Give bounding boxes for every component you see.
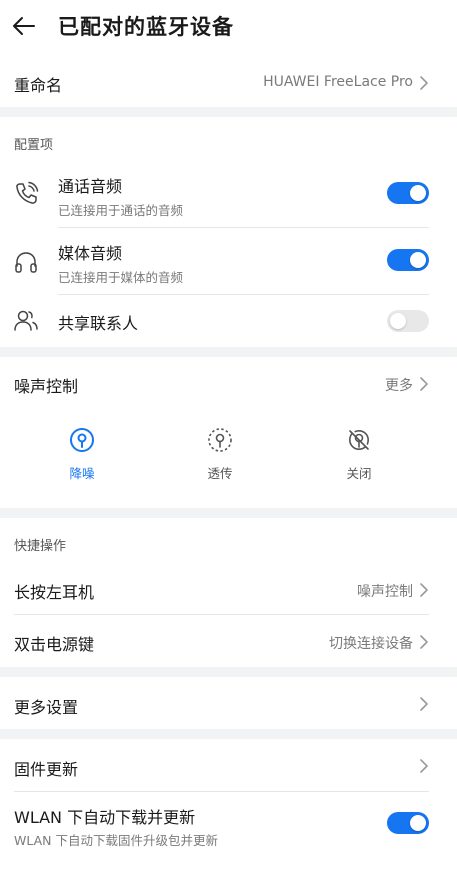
contacts-icon [12,307,40,335]
share-contacts-row: 共享联系人 [0,295,457,347]
section-gap [0,347,457,357]
headphones-icon [12,248,40,276]
phone-icon [12,180,40,208]
transparency-icon [190,426,250,454]
chevron-right-icon [419,376,429,392]
call-audio-title: 通话音频 [58,177,123,196]
media-audio-toggle[interactable] [387,249,429,271]
chevron-right-icon [419,582,429,598]
wlan-auto-update-title: WLAN 下自动下载并更新 [14,808,196,827]
chevron-right-icon [419,75,429,91]
page-title: 已配对的蓝牙设备 [58,15,234,39]
call-audio-toggle[interactable] [387,182,429,204]
noise-control-row[interactable]: 噪声控制 更多 [0,357,457,407]
long-press-value: 噪声控制 [357,584,413,600]
firmware-update-label: 固件更新 [14,760,79,779]
long-press-label: 长按左耳机 [14,583,95,602]
section-gap [0,508,457,518]
section-gap [0,667,457,677]
wlan-auto-update-subtitle: WLAN 下自动下载固件升级包并更新 [14,833,218,848]
chevron-right-icon [419,758,429,774]
noise-control-label: 噪声控制 [14,377,79,396]
noise-off-icon [329,426,389,454]
chevron-right-icon [419,634,429,650]
device-name-value: HUAWEI FreeLace Pro [263,74,413,90]
call-audio-row: 通话音频 已连接用于通话的音频 [0,160,457,226]
noise-mode-label: 降噪 [69,466,95,481]
header: 已配对的蓝牙设备 [0,0,457,56]
section-gap [0,729,457,739]
share-contacts-title: 共享联系人 [58,314,139,333]
media-audio-row: 媒体音频 已连接用于媒体的音频 [0,228,457,294]
toggle-knob [390,313,406,329]
media-audio-title: 媒体音频 [58,244,123,263]
rename-label: 重命名 [14,76,63,95]
toggle-knob [410,185,426,201]
double-tap-row[interactable]: 双击电源键 切换连接设备 [0,615,457,667]
long-press-row[interactable]: 长按左耳机 噪声控制 [0,564,457,614]
config-section-title: 配置项 [14,138,54,153]
noise-more-link: 更多 [385,378,413,394]
more-settings-label: 更多设置 [14,698,79,717]
more-settings-row[interactable]: 更多设置 [0,677,457,729]
double-tap-label: 双击电源键 [14,635,95,654]
shortcuts-section-title: 快捷操作 [14,539,67,554]
toggle-knob [410,252,426,268]
firmware-update-row[interactable]: 固件更新 [0,739,457,791]
noise-mode-label: 透传 [207,466,233,481]
back-arrow-icon[interactable] [10,12,42,40]
wlan-auto-update-toggle[interactable] [387,812,429,834]
call-audio-subtitle: 已连接用于通话的音频 [58,203,184,218]
noise-mode-transparency[interactable]: 透传 [190,426,250,482]
noise-mode-anc[interactable]: 降噪 [52,426,112,482]
double-tap-value: 切换连接设备 [329,636,413,652]
noise-mode-off[interactable]: 关闭 [329,426,389,482]
noise-mode-label: 关闭 [346,466,372,481]
media-audio-subtitle: 已连接用于媒体的音频 [58,270,184,285]
noise-cancel-icon [52,426,112,454]
share-contacts-toggle[interactable] [387,310,429,332]
toggle-knob [410,815,426,831]
rename-row[interactable]: 重命名 HUAWEI FreeLace Pro [0,58,457,106]
wlan-auto-update-row: WLAN 下自动下载并更新 WLAN 下自动下载固件升级包并更新 [0,792,457,858]
chevron-right-icon [419,696,429,712]
section-gap [0,107,457,117]
